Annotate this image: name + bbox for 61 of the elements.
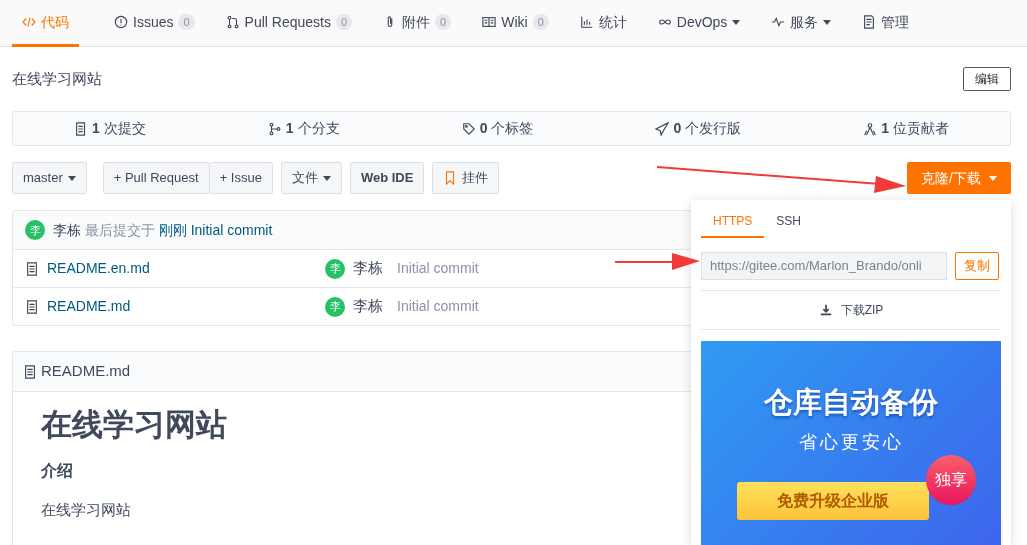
code-icon bbox=[22, 15, 36, 29]
stat-count[interactable]: 1 次提交 bbox=[92, 118, 146, 139]
info-circle-icon bbox=[114, 15, 128, 29]
stat-count[interactable]: 0 个发行版 bbox=[673, 118, 742, 139]
count-badge: 0 bbox=[435, 14, 452, 30]
readme-heading: 在线学习网站 bbox=[41, 406, 227, 444]
file-icon bbox=[25, 261, 39, 276]
paper-plane-icon bbox=[655, 121, 670, 136]
pulse-icon bbox=[771, 15, 786, 29]
toolbar-button[interactable]: + Issue bbox=[209, 162, 273, 194]
author-name: 李栋 bbox=[353, 296, 383, 317]
readme-subheading: 介绍 bbox=[41, 461, 73, 482]
toolbar-button[interactable]: 文件 bbox=[280, 162, 342, 194]
caret-icon bbox=[322, 175, 331, 181]
exclusive-badge: 独享 bbox=[926, 455, 976, 505]
nav-tab[interactable]: 服务 bbox=[769, 0, 834, 47]
toolbar-button[interactable]: Web IDE bbox=[349, 162, 425, 194]
nav-tab[interactable]: 管理 bbox=[860, 0, 912, 47]
file-link[interactable]: README.md bbox=[47, 296, 325, 317]
count-badge: 0 bbox=[336, 14, 353, 30]
last-commit-info: 李栋 最后提交于 刚刚 Initial commit bbox=[53, 220, 273, 240]
protocol-tab[interactable]: SSH bbox=[764, 206, 814, 238]
download-icon bbox=[818, 303, 833, 317]
edit-button[interactable]: 编辑 bbox=[963, 67, 1011, 91]
caret-icon bbox=[67, 175, 76, 181]
file-icon bbox=[23, 364, 37, 379]
branch-dropdown[interactable]: master bbox=[12, 162, 87, 194]
file-link[interactable]: README.en.md bbox=[47, 258, 325, 279]
document-list-icon bbox=[862, 15, 877, 29]
stat-count[interactable]: 0 个标签 bbox=[479, 118, 534, 139]
people-icon bbox=[863, 121, 878, 136]
avatar: 李 bbox=[325, 258, 345, 279]
bar-chart-icon bbox=[579, 15, 594, 29]
toolbar-button[interactable]: 挂件 bbox=[432, 162, 500, 194]
branch-icon bbox=[267, 121, 282, 136]
file-icon bbox=[25, 299, 39, 314]
nav-tab[interactable]: 统计 bbox=[577, 0, 629, 47]
readme-text: 在线学习网站 bbox=[41, 500, 131, 521]
caret-icon bbox=[989, 175, 997, 181]
nav-tab[interactable]: 附件 0 bbox=[381, 0, 454, 47]
avatar: 李 bbox=[325, 296, 345, 317]
stat-count[interactable]: 1 个分支 bbox=[285, 118, 340, 139]
repo-title: 在线学习网站 bbox=[12, 68, 102, 89]
toolbar-button[interactable]: + Pull Request bbox=[102, 162, 210, 194]
stat-count[interactable]: 1 位贡献者 bbox=[881, 118, 949, 139]
count-badge: 0 bbox=[532, 14, 549, 30]
url-field[interactable]: https://gitee.com/Marlon_Brando/onli bbox=[701, 252, 947, 280]
banner-title: 仓库自动备份 bbox=[764, 385, 938, 420]
nav-tab[interactable]: Wiki 0 bbox=[480, 0, 551, 47]
author-name: 李栋 bbox=[353, 258, 383, 279]
nav-tab[interactable]: DevOps bbox=[655, 0, 743, 47]
book-icon bbox=[482, 15, 497, 29]
branch-merge-icon bbox=[225, 15, 240, 29]
readme-filename: README.md bbox=[41, 361, 131, 382]
download-zip-link[interactable]: 下载ZIP bbox=[840, 301, 884, 319]
avatar: 李 bbox=[25, 220, 45, 240]
tag-icon bbox=[461, 121, 476, 136]
nav-tab[interactable]: Issues 0 bbox=[112, 0, 197, 47]
banner-subtitle: 省心更安心 bbox=[798, 430, 904, 454]
count-badge: 0 bbox=[178, 14, 195, 30]
nav-tab[interactable]: Pull Requests 0 bbox=[223, 0, 355, 47]
